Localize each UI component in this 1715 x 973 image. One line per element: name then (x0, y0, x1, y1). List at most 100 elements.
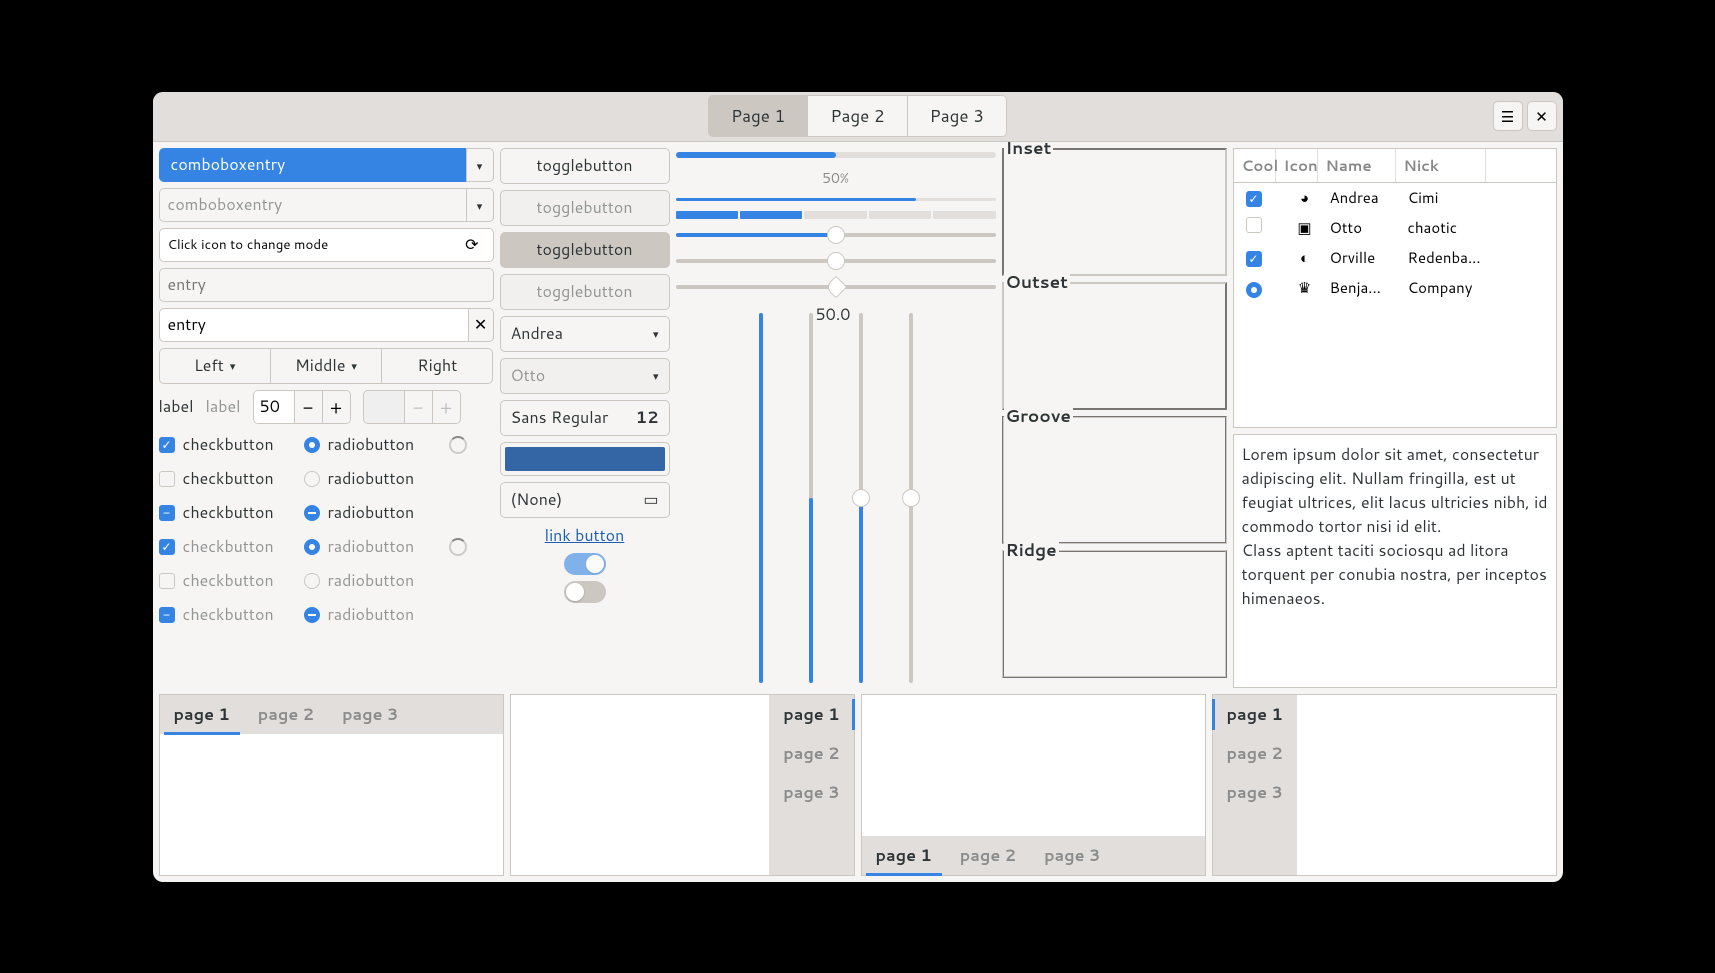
treeview[interactable]: Cool Icon Name Nick ✓◕AndreaCimi ▣Ottoch… (1233, 148, 1557, 428)
nb-tab[interactable]: page 3 (1030, 836, 1114, 875)
table-row[interactable]: ✓◐OrvilleRedenba... (1234, 243, 1556, 273)
vscale-3[interactable] (851, 313, 871, 683)
chevron-down-icon (351, 357, 357, 374)
vscale-4[interactable] (901, 313, 921, 683)
file-chooser-button[interactable]: (None)▭ (500, 482, 670, 518)
vscale-2[interactable] (801, 313, 821, 683)
checkbox-mixed[interactable]: − (159, 505, 175, 521)
clear-button[interactable]: ✕ (468, 308, 494, 342)
combo2-input (159, 188, 466, 222)
mode-entry[interactable]: ⟳ (159, 228, 494, 262)
togglebutton-disabled: togglebutton (500, 190, 670, 226)
vscale-1[interactable] (751, 313, 771, 683)
hscale-2[interactable] (676, 251, 996, 271)
nb-tab[interactable]: page 3 (1213, 773, 1297, 812)
comboboxentry-focused[interactable]: comboboxentry (159, 148, 494, 182)
table-row[interactable]: ✓◕AndreaCimi (1234, 183, 1556, 213)
tab-page-3[interactable]: Page 3 (908, 96, 1006, 136)
levelbar (676, 211, 996, 219)
left-button[interactable]: Left (159, 348, 270, 384)
label-disabled: label (206, 395, 241, 418)
entry-disabled (159, 268, 494, 302)
font-button[interactable]: Sans Regular12 (500, 400, 670, 436)
combo1-dropdown-button[interactable] (466, 148, 494, 182)
row-radio[interactable] (1246, 282, 1262, 298)
switch-off[interactable] (564, 581, 606, 603)
nb-tab[interactable]: page 3 (769, 773, 853, 812)
spinbutton-disabled: − + (363, 390, 461, 424)
frame-outset: Outset (1002, 282, 1227, 410)
radio-checked[interactable] (304, 437, 320, 453)
hamburger-icon: ☰ (1501, 106, 1514, 127)
combo-andrea[interactable]: Andrea (500, 316, 670, 352)
tab-page-1[interactable]: Page 1 (709, 96, 808, 136)
spinbutton[interactable]: − + (253, 390, 351, 424)
link-button[interactable]: link button (500, 524, 670, 547)
color-button[interactable] (500, 442, 670, 476)
treeview-header: Cool Icon Name Nick (1234, 149, 1556, 183)
spin-input[interactable] (254, 391, 294, 423)
open-folder-icon: ▭ (643, 488, 658, 511)
togglebutton-active-disabled: togglebutton (500, 274, 670, 310)
scales-column: 50% 50.0 (676, 148, 996, 688)
togglebutton-active[interactable]: togglebutton (500, 232, 670, 268)
th-name[interactable]: Name (1318, 149, 1396, 182)
th-cool[interactable]: Cool (1234, 149, 1276, 182)
entries-column: comboboxentry ⟳ ✕ Left M (159, 148, 494, 688)
spin-minus[interactable]: − (294, 391, 322, 423)
close-icon: ✕ (474, 313, 487, 336)
notebook-right-tabs: page 1 page 2 page 3 (510, 694, 855, 876)
close-button[interactable]: ✕ (1527, 101, 1557, 131)
togglebutton-normal[interactable]: togglebutton (500, 148, 670, 184)
entry-with-clear[interactable]: ✕ (159, 308, 494, 342)
text-view[interactable]: Lorem ipsum dolor sit amet, consectetur … (1233, 434, 1557, 688)
label-normal: label (159, 395, 194, 418)
nb-tab[interactable]: page 2 (1213, 734, 1297, 773)
row-icon: ♛ (1284, 277, 1326, 298)
tab-page-2[interactable]: Page 2 (808, 96, 907, 136)
table-row[interactable]: ♛Benja...Company (1234, 273, 1556, 303)
nb-tab[interactable]: page 1 (1213, 695, 1297, 734)
nb-tab[interactable]: page 3 (328, 695, 412, 734)
checkbox-unchecked[interactable] (159, 471, 175, 487)
nb-tab[interactable]: page 2 (946, 836, 1030, 875)
nb-tab[interactable]: page 1 (862, 836, 946, 875)
checkbox-checked[interactable]: ✓ (159, 437, 175, 453)
entry-input[interactable] (159, 308, 468, 342)
notebook-bottom: page 1 page 2 page 3 (861, 694, 1206, 876)
radio-unchecked[interactable] (304, 471, 320, 487)
row-checkbox[interactable]: ✓ (1246, 251, 1262, 267)
table-row[interactable]: ▣Ottochaotic (1234, 213, 1556, 243)
check-radio-grid: ✓checkbutton radiobutton checkbutton rad… (159, 430, 494, 630)
hscale-marked[interactable] (676, 277, 996, 297)
chevron-down-icon (653, 367, 659, 384)
nb-tab[interactable]: page 2 (244, 695, 328, 734)
radio-unchecked-disabled (304, 573, 320, 589)
buttons-column: togglebutton togglebutton togglebutton t… (500, 148, 670, 688)
row-icon: ◕ (1284, 187, 1326, 208)
radio-mixed[interactable] (304, 505, 320, 521)
notebook-top: page 1 page 2 page 3 (159, 694, 504, 876)
row-icon: ▣ (1284, 217, 1326, 238)
refresh-icon[interactable]: ⟳ (465, 233, 478, 256)
row-checkbox[interactable]: ✓ (1246, 191, 1262, 207)
hamburger-menu-button[interactable]: ☰ (1493, 101, 1523, 131)
nb-tab[interactable]: page 2 (769, 734, 853, 773)
nb-tab[interactable]: page 1 (160, 695, 244, 734)
th-icon[interactable]: Icon (1276, 149, 1318, 182)
comboboxentry-disabled (159, 188, 494, 222)
hscale-1[interactable] (676, 225, 996, 245)
combo1-text: comboboxentry (169, 153, 288, 176)
row-checkbox[interactable] (1246, 217, 1262, 233)
spin-plus[interactable]: + (322, 391, 350, 423)
checkbox-mixed-disabled: − (159, 607, 175, 623)
mode-entry-input[interactable] (168, 235, 466, 254)
nb-tab[interactable]: page 1 (769, 695, 853, 734)
frame-groove: Groove (1002, 416, 1227, 544)
middle-button[interactable]: Middle (270, 348, 381, 384)
frame-inset: Inset (1002, 148, 1227, 276)
chevron-down-icon (653, 325, 659, 342)
right-button[interactable]: Right (381, 348, 493, 384)
switch-on[interactable] (564, 553, 606, 575)
th-nick[interactable]: Nick (1396, 149, 1486, 182)
